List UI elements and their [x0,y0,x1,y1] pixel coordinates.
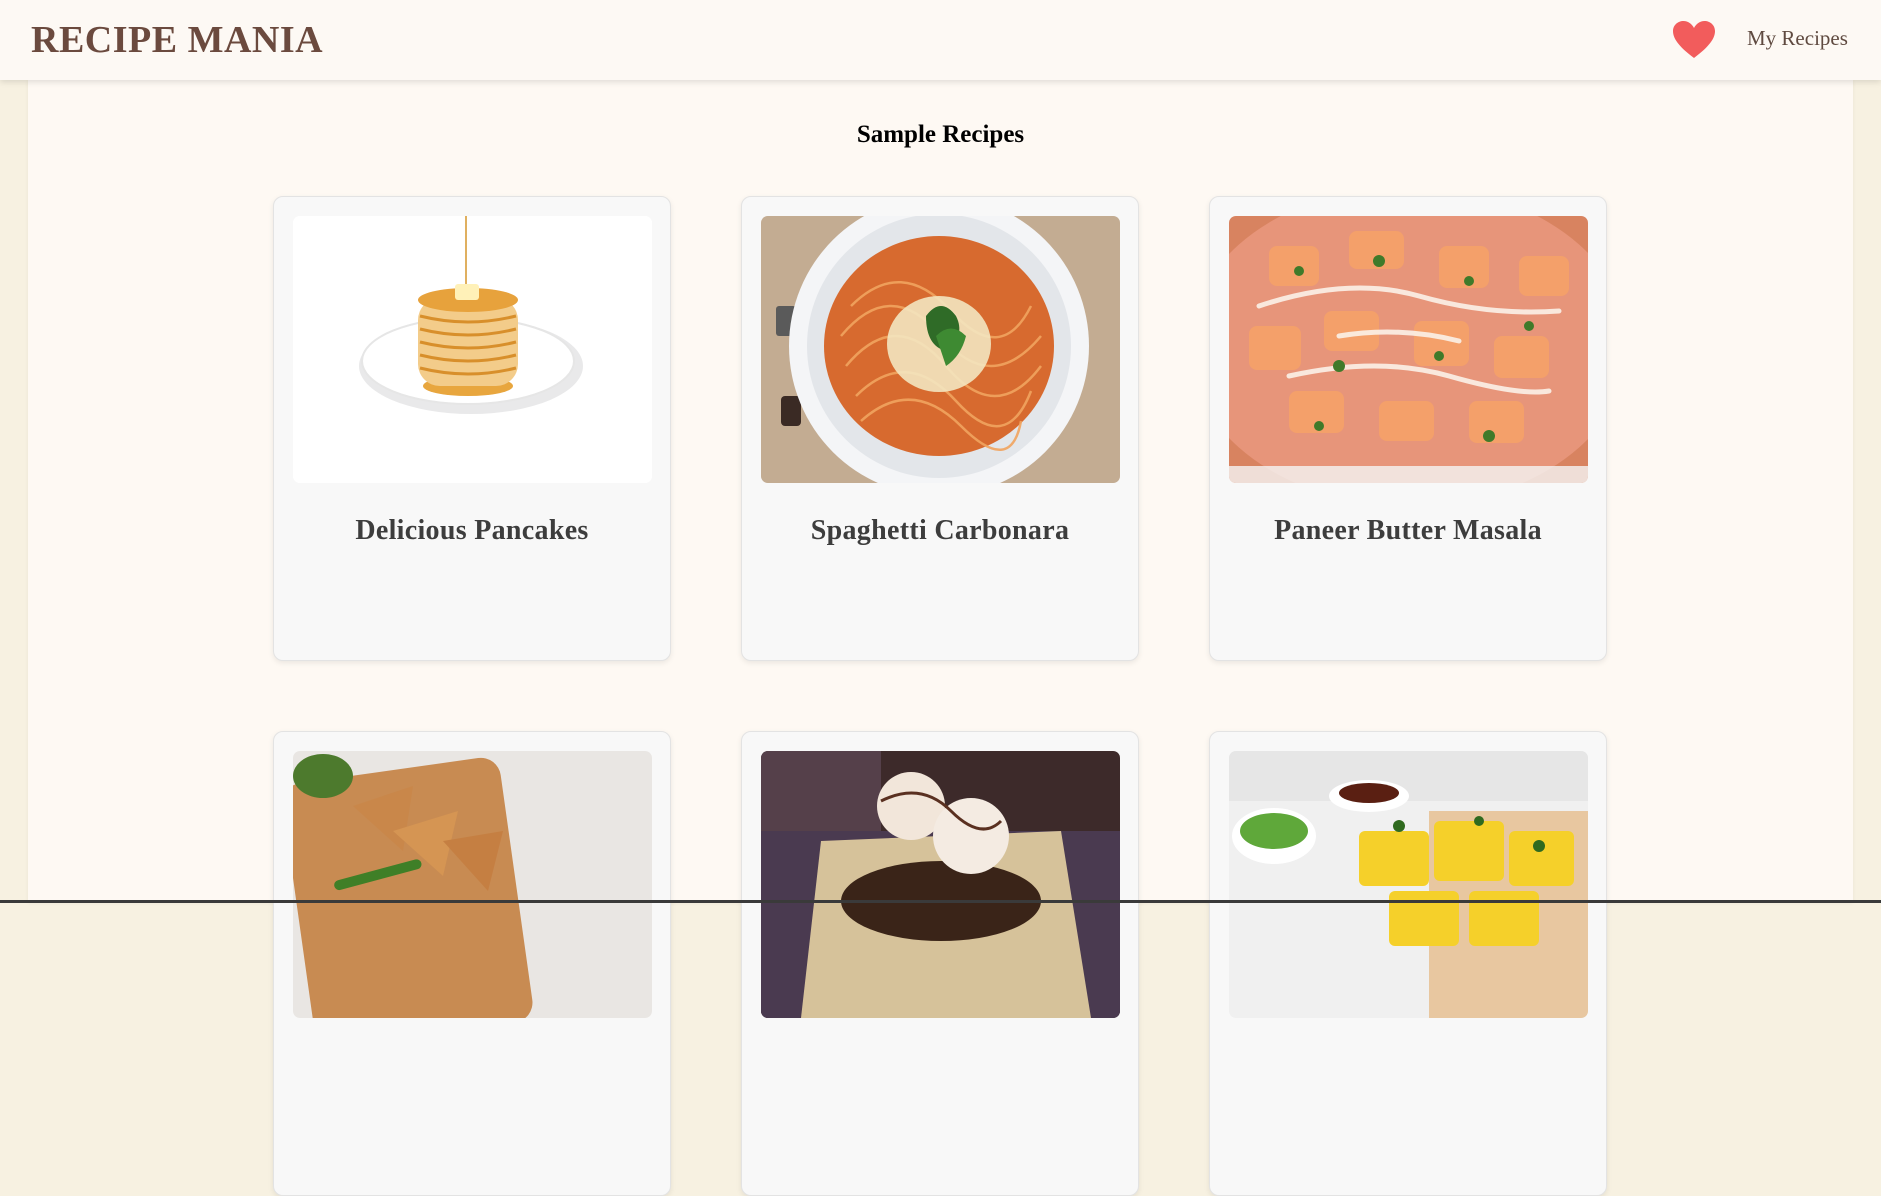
section-title: Sample Recipes [856,121,1025,148]
recipe-title: Delicious Pancakes [355,515,589,546]
recipe-card-paneer[interactable]: Paneer Butter Masala [1209,196,1607,661]
top-navbar: RECIPE MANIA My Recipes [0,0,1881,80]
main-content: Sample Recipes Delicious Pancakes Spaghe… [28,80,1853,1196]
pancakes-image [293,216,652,483]
spaghetti-image [761,216,1120,483]
brand-logo[interactable]: RECIPE MANIA [31,18,323,62]
my-recipes-link[interactable]: My Recipes [1747,26,1848,51]
recipe-card-dhokla[interactable] [1209,731,1607,1196]
recipe-card-pancakes[interactable]: Delicious Pancakes [273,196,671,661]
recipe-card-spaghetti[interactable]: Spaghetti Carbonara [741,196,1139,661]
paneer-image [1229,216,1588,483]
recipe-card-dessert[interactable] [741,731,1139,1196]
recipe-title: Paneer Butter Masala [1274,515,1542,546]
dhokla-image [1229,751,1588,1018]
heart-icon[interactable] [1672,20,1716,60]
samosa-image [293,751,652,1018]
dessert-image [761,751,1120,1018]
recipe-card-samosa[interactable] [273,731,671,1196]
recipe-title: Spaghetti Carbonara [810,515,1070,546]
